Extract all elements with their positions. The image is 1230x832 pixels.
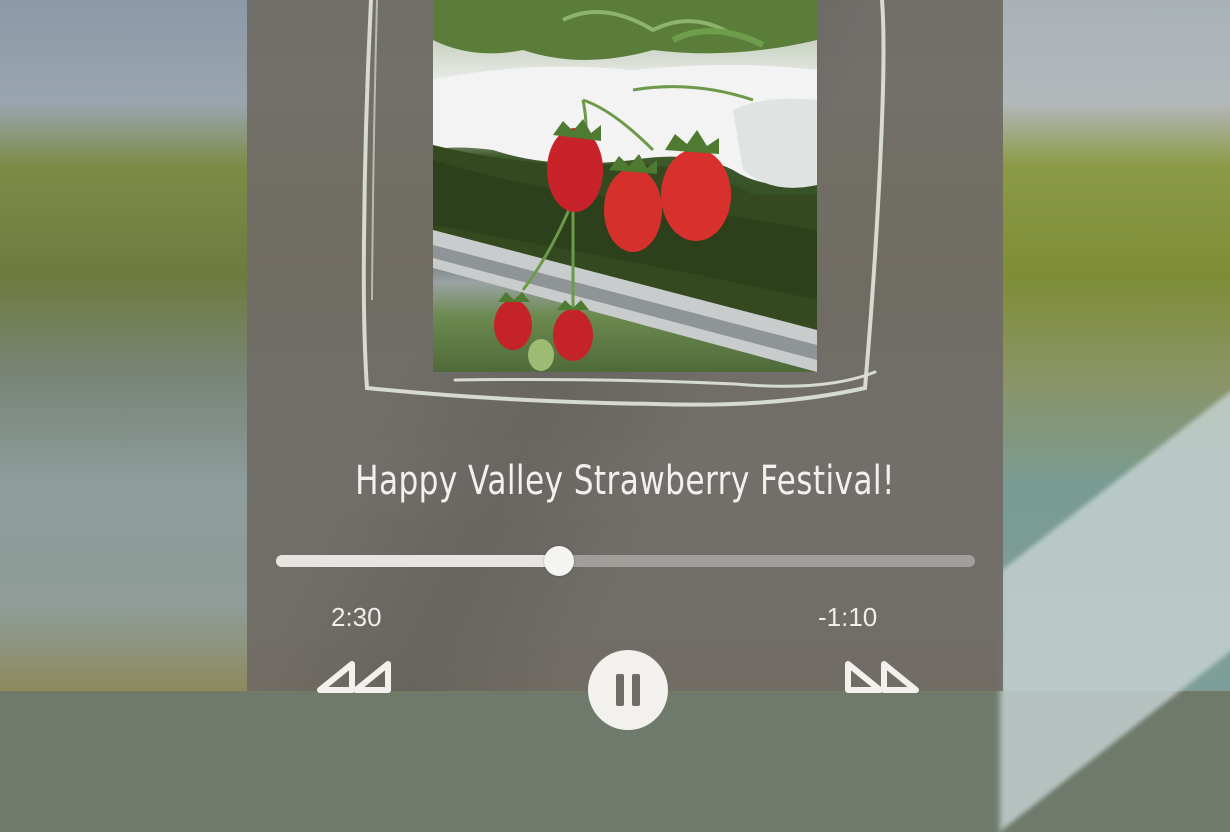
sketch-frame [361,0,886,407]
background-left [0,0,250,691]
pause-button[interactable] [588,650,668,730]
progress-fill [276,555,560,567]
progress-slider[interactable] [276,546,975,576]
background-right [1000,0,1230,691]
fast-forward-icon [845,661,919,693]
remaining-time: -1:10 [818,602,878,632]
rewind-button[interactable] [314,660,394,704]
elapsed-time: 2:30 [331,602,382,632]
fast-forward-button[interactable] [842,660,922,704]
progress-thumb[interactable] [544,546,575,576]
track-title: Happy Valley Strawberry Festival! [355,458,895,504]
rewind-icon [317,661,391,693]
